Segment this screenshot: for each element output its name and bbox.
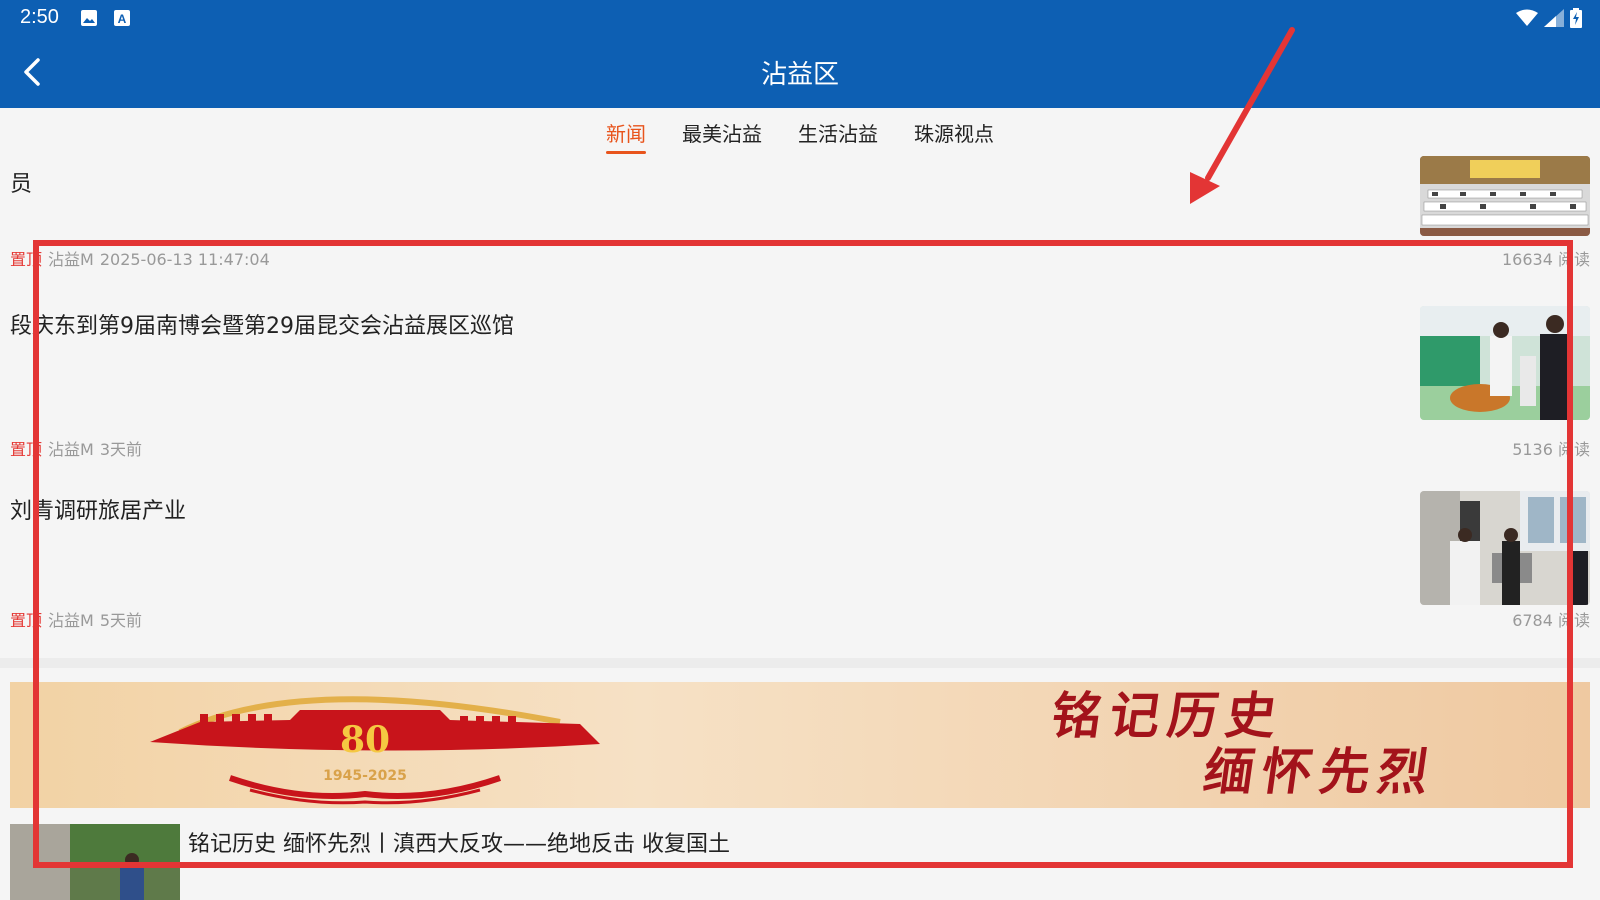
- news-time: 2025-06-13 11:47:04: [99, 250, 270, 269]
- tab-most-beautiful[interactable]: 最美沾益: [682, 108, 762, 156]
- news-source: 沾益M: [48, 440, 94, 459]
- status-bar: 2:50 A: [0, 0, 1600, 36]
- title-bar: 沾益区: [0, 36, 1600, 108]
- news-time: 5天前: [99, 611, 143, 630]
- news-item[interactable]: 刘青调研旅居产业 置顶 沾益M 5天前 6784 阅读: [0, 481, 1600, 651]
- tab-life[interactable]: 生活沾益: [798, 108, 878, 156]
- battery-icon: [1570, 8, 1582, 28]
- news-item[interactable]: 段庆东到第9届南博会暨第29届昆交会沾益展区巡馆 置顶 沾益M 3天前 5136 阅…: [0, 296, 1600, 466]
- news-read-count: 6784 阅读: [1512, 611, 1590, 630]
- status-time: 2:50: [20, 6, 59, 28]
- svg-text:A: A: [118, 12, 127, 26]
- news-thumbnail: [1420, 491, 1590, 605]
- news-title: 段庆东到第9届南博会暨第29届昆交会沾益展区巡馆: [10, 314, 514, 339]
- emblem-number: 80: [340, 719, 390, 761]
- banner-slogan: 铭记历史 缅怀先烈: [1040, 686, 1448, 801]
- page-title: 沾益区: [760, 60, 839, 90]
- pinned-tag: 置顶: [10, 250, 43, 269]
- news-time: 3天前: [99, 440, 143, 459]
- news-source: 沾益M: [48, 611, 94, 630]
- wifi-icon: [1516, 9, 1538, 26]
- tab-news[interactable]: 新闻: [606, 108, 646, 156]
- status-icons: [1516, 8, 1582, 28]
- commemoration-banner[interactable]: 80 1945-2025 铭记历史 缅怀先烈: [10, 682, 1590, 808]
- section-divider: [0, 658, 1600, 668]
- news-item[interactable]: 员 置顶 沾益M 2025-06-13 11:47:04 16634 阅读: [0, 150, 1600, 280]
- image-icon: [81, 10, 97, 26]
- emblem-years: 1945-2025: [323, 768, 407, 784]
- news-read-count: 5136 阅读: [1512, 440, 1590, 459]
- news-meta: 置顶 沾益M 2025-06-13 11:47:04: [10, 246, 270, 270]
- news-title: 刘青调研旅居产业: [10, 499, 187, 524]
- news-thumbnail: [1420, 306, 1590, 420]
- text-a-icon: A: [114, 10, 130, 26]
- news-thumbnail: [1420, 156, 1590, 236]
- pinned-tag: 置顶: [10, 611, 43, 630]
- pinned-tag: 置顶: [10, 440, 43, 459]
- article-thumbnail[interactable]: [10, 824, 180, 900]
- news-meta: 置顶 沾益M 5天前: [10, 607, 142, 631]
- news-source: 沾益M: [48, 250, 94, 269]
- tab-zhuyuan-view[interactable]: 珠源视点: [914, 108, 994, 156]
- great-wall-80-emblem: 80 1945-2025: [150, 696, 600, 805]
- banner-line-1: 铭记历史: [1047, 686, 1289, 745]
- news-meta: 置顶 沾益M 3天前: [10, 436, 142, 460]
- signal-icon: [1544, 9, 1564, 27]
- banner-line-2: 缅怀先烈: [1199, 742, 1441, 801]
- article-title[interactable]: 铭记历史 缅怀先烈丨滇西大反攻——绝地反击 收复国土: [188, 826, 730, 858]
- news-read-count: 16634 阅读: [1502, 250, 1590, 269]
- news-title: 员: [10, 172, 33, 197]
